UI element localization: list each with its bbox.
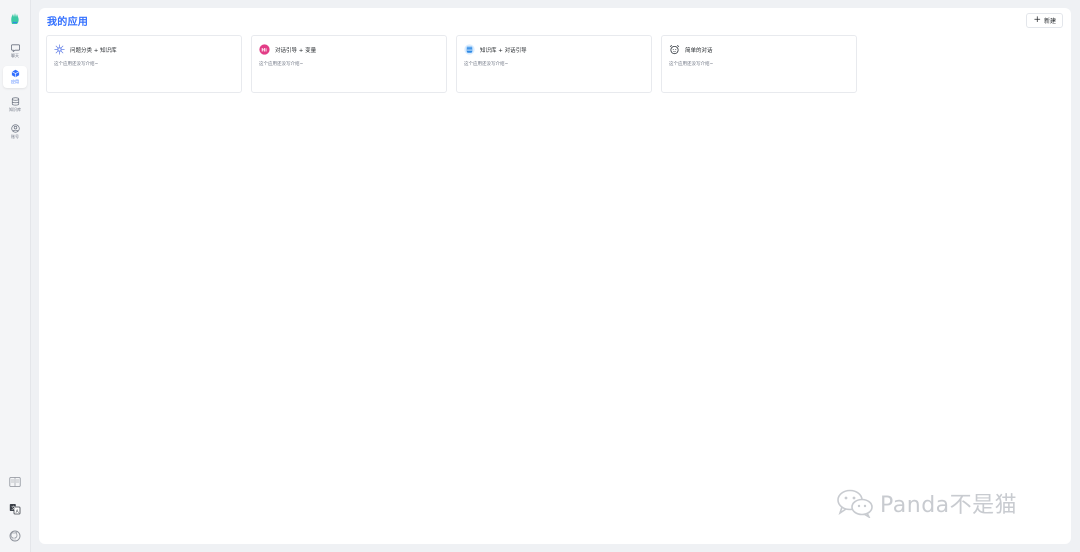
app-card[interactable]: 简单的对话 这个应用还没写介绍~ (661, 35, 857, 93)
alarm-clock-icon (669, 44, 680, 55)
app-card-title: 问题分类 + 知识库 (70, 48, 117, 54)
chat-icon (10, 44, 20, 52)
app-card-title: 简单的对话 (685, 48, 713, 54)
sidebar-item-knowledge-base[interactable]: 知识库 (3, 94, 27, 116)
app-cube-icon (11, 69, 19, 78)
account-icon (10, 124, 20, 133)
sidebar-item-label: 应用 (11, 79, 19, 84)
sidebar-item-label: 账号 (11, 134, 19, 139)
app-logo-icon[interactable] (8, 12, 22, 26)
app-card-title: 对话引导 + 变量 (275, 48, 317, 54)
new-app-button[interactable]: + 新建 (1026, 13, 1063, 28)
sidebar-item-label: 聊天 (11, 53, 19, 58)
main-panel: 我的应用 + 新建 问题分类 + 知识库 这个应用还没写介绍~ Hi 对话引导 … (39, 8, 1071, 544)
app-card[interactable]: 知识库 + 对话引导 这个应用还没写介绍~ (456, 35, 652, 93)
sidebar-item-apps[interactable]: 应用 (3, 66, 27, 88)
app-card-description: 这个应用还没写介绍~ (259, 62, 304, 67)
wechat-icon (837, 489, 873, 518)
new-button-label: 新建 (1043, 18, 1056, 25)
app-card-description: 这个应用还没写介绍~ (54, 62, 99, 67)
sidebar-item-chat[interactable]: 聊天 (3, 40, 27, 62)
app-card[interactable]: 问题分类 + 知识库 这个应用还没写介绍~ (46, 35, 242, 93)
github-icon[interactable] (9, 530, 21, 542)
app-card-title: 知识库 + 对话引导 (480, 48, 527, 54)
sidebar-item-label: 知识库 (9, 107, 21, 112)
knowledge-cup-icon (464, 44, 475, 55)
app-card[interactable]: Hi 对话引导 + 变量 这个应用还没写介绍~ (251, 35, 447, 93)
svg-text:Hi: Hi (261, 47, 267, 53)
plus-icon: + (1033, 15, 1041, 25)
docs-icon[interactable] (9, 476, 21, 488)
app-card-description: 这个应用还没写介绍~ (669, 62, 714, 67)
app-card-description: 这个应用还没写介绍~ (464, 62, 509, 67)
watermark: Panda不是猫 (836, 487, 1017, 519)
database-icon (11, 97, 19, 106)
sparkle-icon (54, 44, 65, 55)
hi-badge-icon: Hi (259, 44, 270, 55)
sidebar-item-account[interactable]: 账号 (3, 121, 27, 143)
page-title: 我的应用 (47, 17, 89, 28)
sidebar: 聊天 应用 知识库 账号 文 A (0, 0, 31, 552)
watermark-text: Panda不是猫 (880, 493, 1018, 518)
language-icon[interactable]: 文 A (9, 503, 21, 515)
